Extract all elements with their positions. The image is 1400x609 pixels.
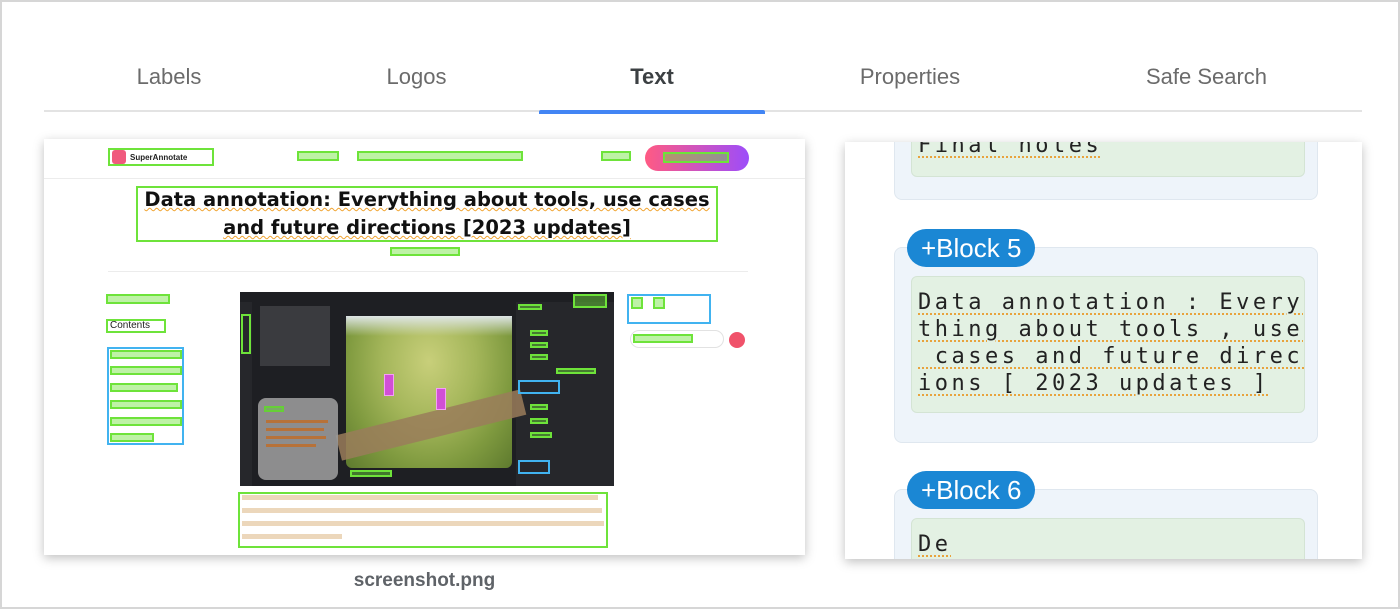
scene-image	[335, 316, 527, 468]
site-navbar: SuperAnnotate	[44, 139, 805, 179]
toc-item	[110, 400, 182, 409]
text-block-card: Final notes	[894, 142, 1318, 200]
detection-box	[663, 152, 729, 163]
toc-item	[110, 417, 182, 426]
detection-box	[357, 151, 523, 161]
block-text: De	[911, 518, 1305, 559]
tab-labels[interactable]: Labels	[44, 42, 294, 112]
tab-label: Labels	[136, 64, 202, 89]
text-block-card: Data annotation : Every thing about tools…	[894, 247, 1318, 443]
detection-box	[573, 294, 607, 308]
block-text: Final notes	[911, 142, 1305, 177]
tab-text[interactable]: Text	[539, 42, 765, 114]
divider	[108, 271, 748, 272]
annotation-tool-image	[240, 292, 614, 486]
tab-bar: Labels Logos Text Properties Safe Search	[44, 42, 1362, 114]
block-text: Data annotation : Every thing about tools…	[911, 276, 1305, 413]
block-5-label[interactable]: +Block 5	[907, 229, 1036, 267]
detection-box-toc	[107, 347, 184, 445]
detection-box-headline	[136, 186, 718, 242]
toc-heading: Contents	[106, 319, 166, 333]
overlay-card	[258, 398, 338, 480]
toc-item	[110, 350, 182, 359]
tab-label: Properties	[859, 64, 961, 89]
toc-item	[110, 383, 178, 392]
text-blocks-panel[interactable]: Final notes Data annotation : Every thing…	[845, 142, 1362, 559]
block-text-line: ions [ 2023 updates ]	[918, 371, 1270, 396]
site-logo: SuperAnnotate	[108, 148, 214, 166]
detection-box	[601, 151, 631, 161]
logo-icon	[112, 150, 126, 164]
block-text-line: cases and future direct	[918, 344, 1305, 369]
cta-button	[645, 145, 749, 171]
annotated-person	[436, 388, 446, 410]
detection-box	[297, 151, 339, 161]
screenshot-preview[interactable]: SuperAnnotate Data annotation: Everythin…	[44, 139, 805, 555]
logo-text: SuperAnnotate	[130, 152, 188, 162]
block-text-line: thing about tools , use	[918, 317, 1304, 342]
tab-properties[interactable]: Properties	[786, 42, 1034, 112]
tab-label: Safe Search	[1145, 64, 1268, 89]
block-6-label[interactable]: +Block 6	[907, 471, 1036, 509]
paragraph-text	[238, 492, 608, 548]
block-text-line: Data annotation : Every	[918, 290, 1304, 315]
tab-safe-search[interactable]: Safe Search	[1074, 42, 1339, 112]
preview-filename: screenshot.png	[353, 570, 496, 591]
tab-logos[interactable]: Logos	[294, 42, 539, 112]
tab-label: Logos	[386, 64, 447, 89]
app-window: Labels Logos Text Properties Safe Search…	[0, 0, 1400, 609]
detection-box	[241, 314, 251, 354]
toc-item	[110, 433, 154, 442]
annotated-person	[384, 374, 394, 396]
toc-item	[110, 366, 182, 375]
detection-box	[390, 247, 460, 256]
active-tab-indicator	[539, 110, 765, 114]
submit-icon	[729, 332, 745, 348]
tab-label: Text	[630, 64, 674, 89]
detection-box	[106, 294, 170, 304]
